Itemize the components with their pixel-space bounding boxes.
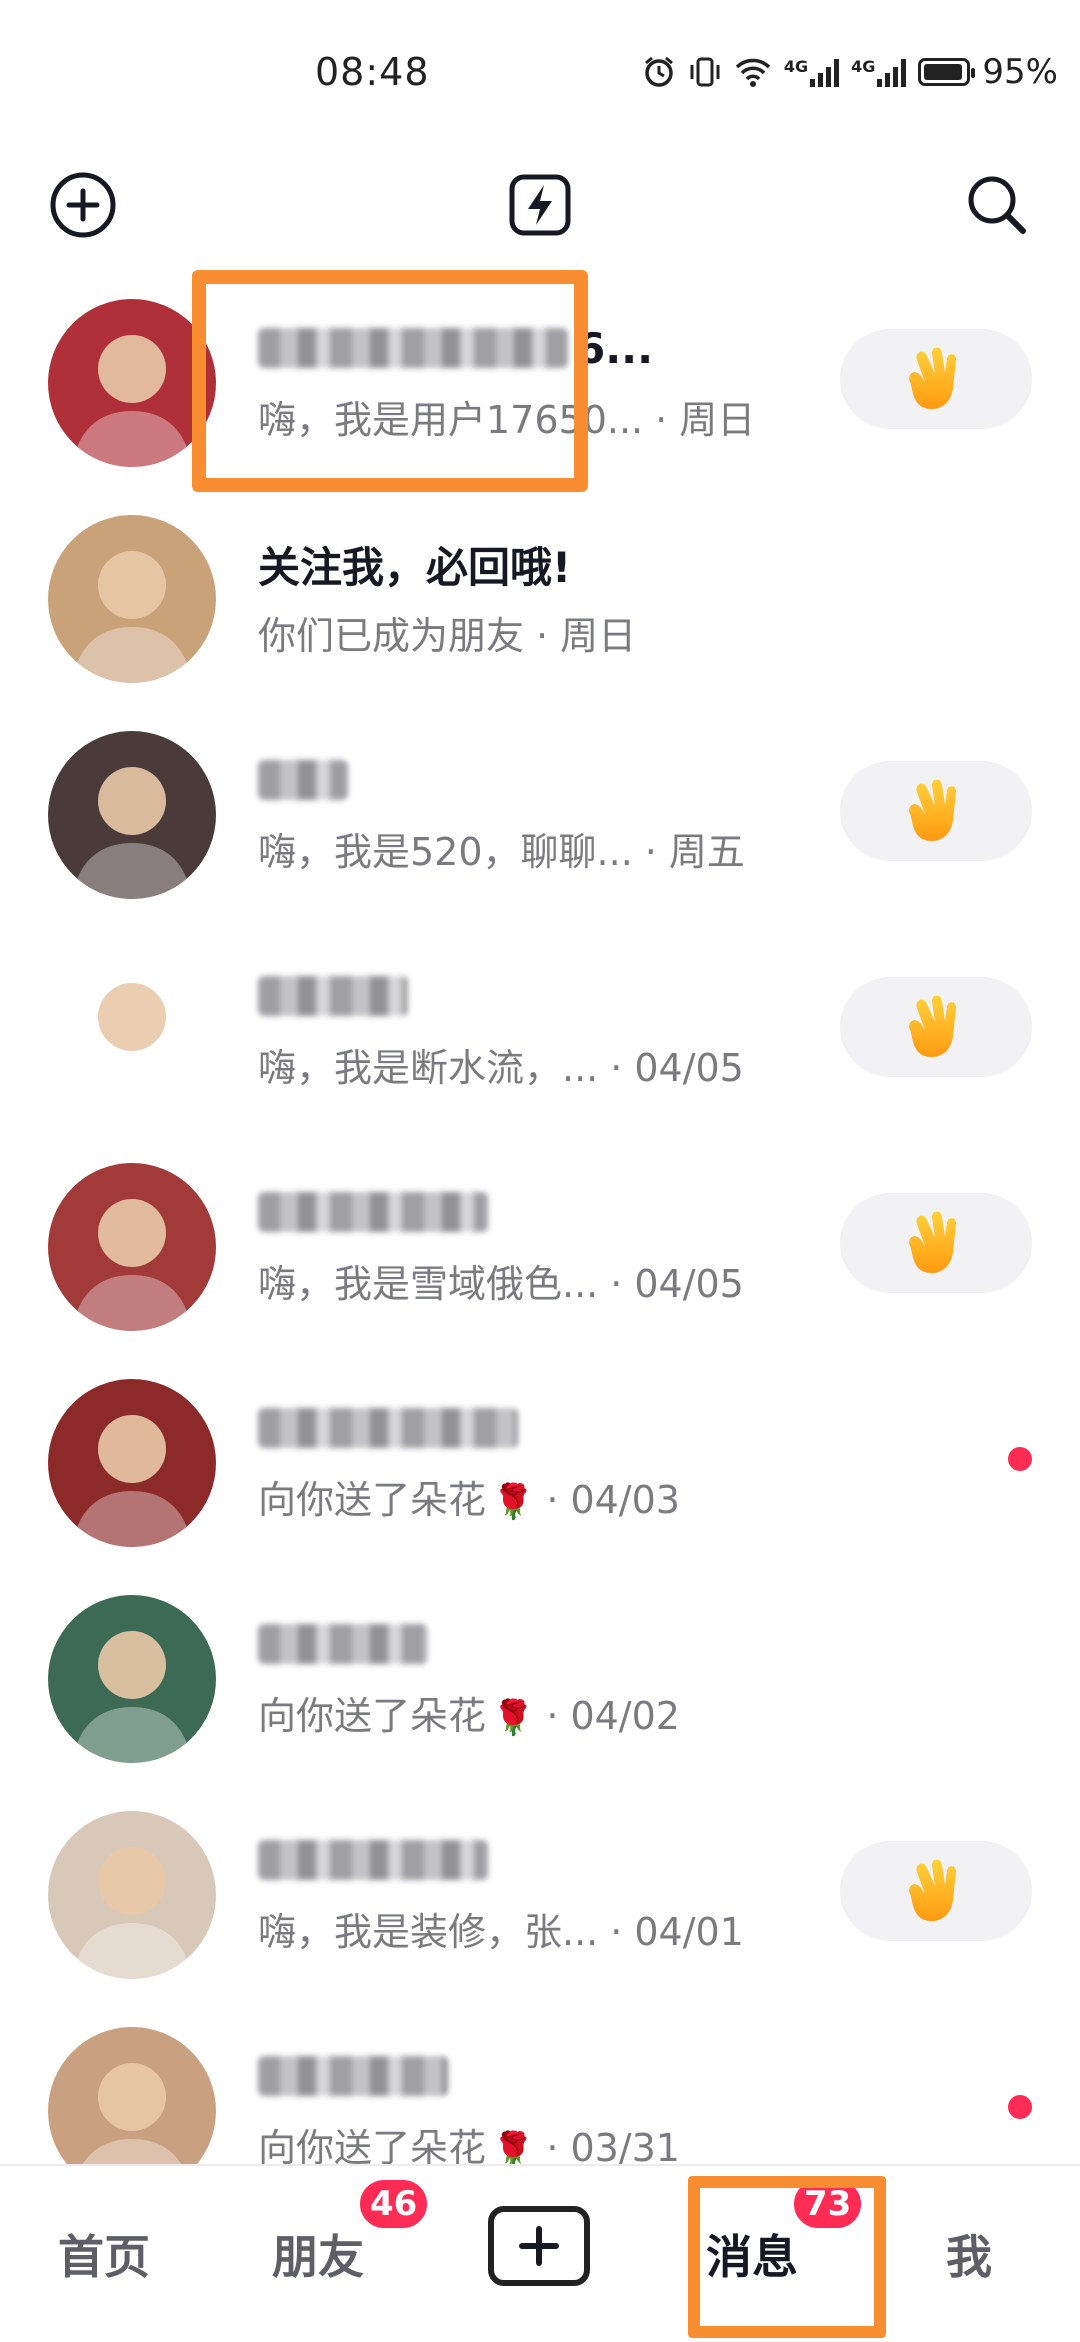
- blurred-name: [258, 1408, 518, 1448]
- blurred-name: [258, 1192, 488, 1232]
- wave-hand-icon: [893, 766, 979, 856]
- wave-button[interactable]: [840, 761, 1032, 861]
- conversation-row[interactable]: 嗨，我是雪域俄色... · 04/05: [0, 1149, 1080, 1365]
- tab-highlight-box: [688, 2176, 886, 2338]
- unread-dot: [1008, 1447, 1032, 1471]
- avatar[interactable]: [48, 1595, 216, 1763]
- conversation-row[interactable]: 嗨，我是装修，张... · 04/01: [0, 1797, 1080, 2013]
- search-icon[interactable]: [954, 162, 1040, 248]
- friends-badge: 46: [356, 2176, 432, 2232]
- preview-text: 嗨，我是断水流，...: [258, 1046, 599, 1090]
- top-nav: [0, 150, 1080, 260]
- avatar[interactable]: [48, 1811, 216, 1979]
- wave-hand-icon: [893, 982, 979, 1072]
- add-circle-icon[interactable]: [40, 162, 126, 248]
- lightning-icon[interactable]: [497, 162, 583, 248]
- signal-icon-2: 4G: [851, 57, 907, 87]
- status-time: 08:48: [315, 50, 430, 94]
- conversation-date: 04/03: [570, 1478, 680, 1522]
- avatar[interactable]: [48, 515, 216, 683]
- preview-text: 向你送了朵花: [258, 1478, 487, 1522]
- signal-icon-1: 4G: [784, 57, 840, 87]
- conversation-date: 04/01: [634, 1910, 744, 1954]
- separator-dot: ·: [610, 1046, 623, 1090]
- conversation-name: [258, 969, 408, 1023]
- wave-hand-icon: [893, 1198, 979, 1288]
- conversation-name: [258, 1617, 428, 1671]
- wave-hand-icon: [893, 1846, 979, 1936]
- conversation-list: 6... 嗨，我是用户17650... · 周日 关注我，必回哦! 你们已成为朋友 · 周日嗨…: [0, 285, 1080, 2229]
- rose-icon: 🌹: [492, 1482, 535, 1522]
- separator-dot: ·: [536, 614, 549, 658]
- separator-dot: ·: [610, 1910, 623, 1954]
- vibrate-icon: [688, 55, 722, 89]
- wave-button[interactable]: [840, 977, 1032, 1077]
- conversation-date: 04/05: [634, 1046, 744, 1090]
- wave-button[interactable]: [840, 1841, 1032, 1941]
- tab-friends[interactable]: 朋友: [272, 2221, 364, 2287]
- blurred-name: [258, 1624, 428, 1664]
- unread-dot: [1008, 2095, 1032, 2119]
- status-bar: 08:48 4G 4G 95%: [0, 0, 1080, 150]
- conversation-preview: 向你送了朵花 🌹 · 04/03: [258, 1469, 680, 1524]
- wave-hand-icon: [893, 334, 979, 424]
- conversation-row[interactable]: 关注我，必回哦! 你们已成为朋友 · 周日: [0, 501, 1080, 717]
- tab-me[interactable]: 我: [946, 2221, 992, 2287]
- conversation-preview: 向你送了朵花 🌹 · 04/02: [258, 1685, 680, 1740]
- separator-dot: ·: [644, 830, 657, 874]
- conversation-preview: 你们已成为朋友 · 周日: [258, 605, 636, 660]
- avatar[interactable]: [48, 299, 216, 467]
- conversation-row[interactable]: 向你送了朵花 🌹 · 04/03: [0, 1365, 1080, 1581]
- conversation-row[interactable]: 嗨，我是断水流，... · 04/05: [0, 933, 1080, 1149]
- wave-button[interactable]: [840, 1193, 1032, 1293]
- preview-text: 嗨，我是装修，张...: [258, 1910, 599, 1954]
- conversation-name-text: 关注我，必回哦!: [258, 542, 572, 592]
- avatar[interactable]: [48, 731, 216, 899]
- avatar[interactable]: [48, 947, 216, 1115]
- conversation-row[interactable]: 向你送了朵花 🌹 · 04/02: [0, 1581, 1080, 1797]
- battery-icon: [918, 58, 976, 86]
- plus-icon: [519, 2226, 559, 2266]
- conversation-name: [258, 1185, 488, 1239]
- conversation-name: 关注我，必回哦!: [258, 537, 571, 592]
- conversation-name: [258, 753, 348, 807]
- avatar[interactable]: [48, 1163, 216, 1331]
- conversation-name: [258, 2049, 448, 2103]
- status-icons: 4G 4G 95%: [642, 52, 1058, 92]
- bottom-tab-bar: 首页 朋友 46 消息 73 我: [0, 2164, 1080, 2342]
- separator-dot: ·: [546, 1694, 559, 1738]
- blurred-name: [258, 760, 348, 800]
- wave-button[interactable]: [840, 329, 1032, 429]
- preview-text: 向你送了朵花: [258, 1694, 487, 1738]
- tab-home[interactable]: 首页: [58, 2221, 150, 2287]
- preview-text: 嗨，我是雪域俄色...: [258, 1262, 599, 1306]
- rose-icon: 🌹: [492, 1698, 535, 1738]
- conversation-preview: 嗨，我是断水流，... · 04/05: [258, 1037, 744, 1092]
- alarm-icon: [642, 55, 676, 89]
- conversation-date: 04/05: [634, 1262, 744, 1306]
- conversation-date: 04/02: [570, 1694, 680, 1738]
- preview-text: 你们已成为朋友: [258, 614, 525, 658]
- conversation-date: 周日: [560, 614, 637, 658]
- conversation-name: [258, 1833, 488, 1887]
- conversation-preview: 嗨，我是装修，张... · 04/01: [258, 1901, 744, 1956]
- preview-text: 嗨，我是520，聊聊...: [258, 830, 633, 874]
- conversation-name: [258, 1401, 518, 1455]
- conversation-preview: 嗨，我是520，聊聊... · 周五: [258, 821, 745, 876]
- separator-dot: ·: [655, 398, 668, 442]
- highlight-box: [192, 270, 588, 492]
- conversation-preview: 嗨，我是雪域俄色... · 04/05: [258, 1253, 744, 1308]
- conversation-date: 周五: [668, 830, 745, 874]
- wifi-icon: [734, 55, 772, 89]
- conversation-row[interactable]: 嗨，我是520，聊聊... · 周五: [0, 717, 1080, 933]
- blurred-name: [258, 2056, 448, 2096]
- blurred-name: [258, 1840, 488, 1880]
- blurred-name: [258, 976, 408, 1016]
- create-button[interactable]: [488, 2206, 590, 2286]
- battery-percent: 95%: [982, 52, 1058, 92]
- conversation-date: 周日: [679, 398, 756, 442]
- separator-dot: ·: [610, 1262, 623, 1306]
- separator-dot: ·: [546, 1478, 559, 1522]
- avatar[interactable]: [48, 1379, 216, 1547]
